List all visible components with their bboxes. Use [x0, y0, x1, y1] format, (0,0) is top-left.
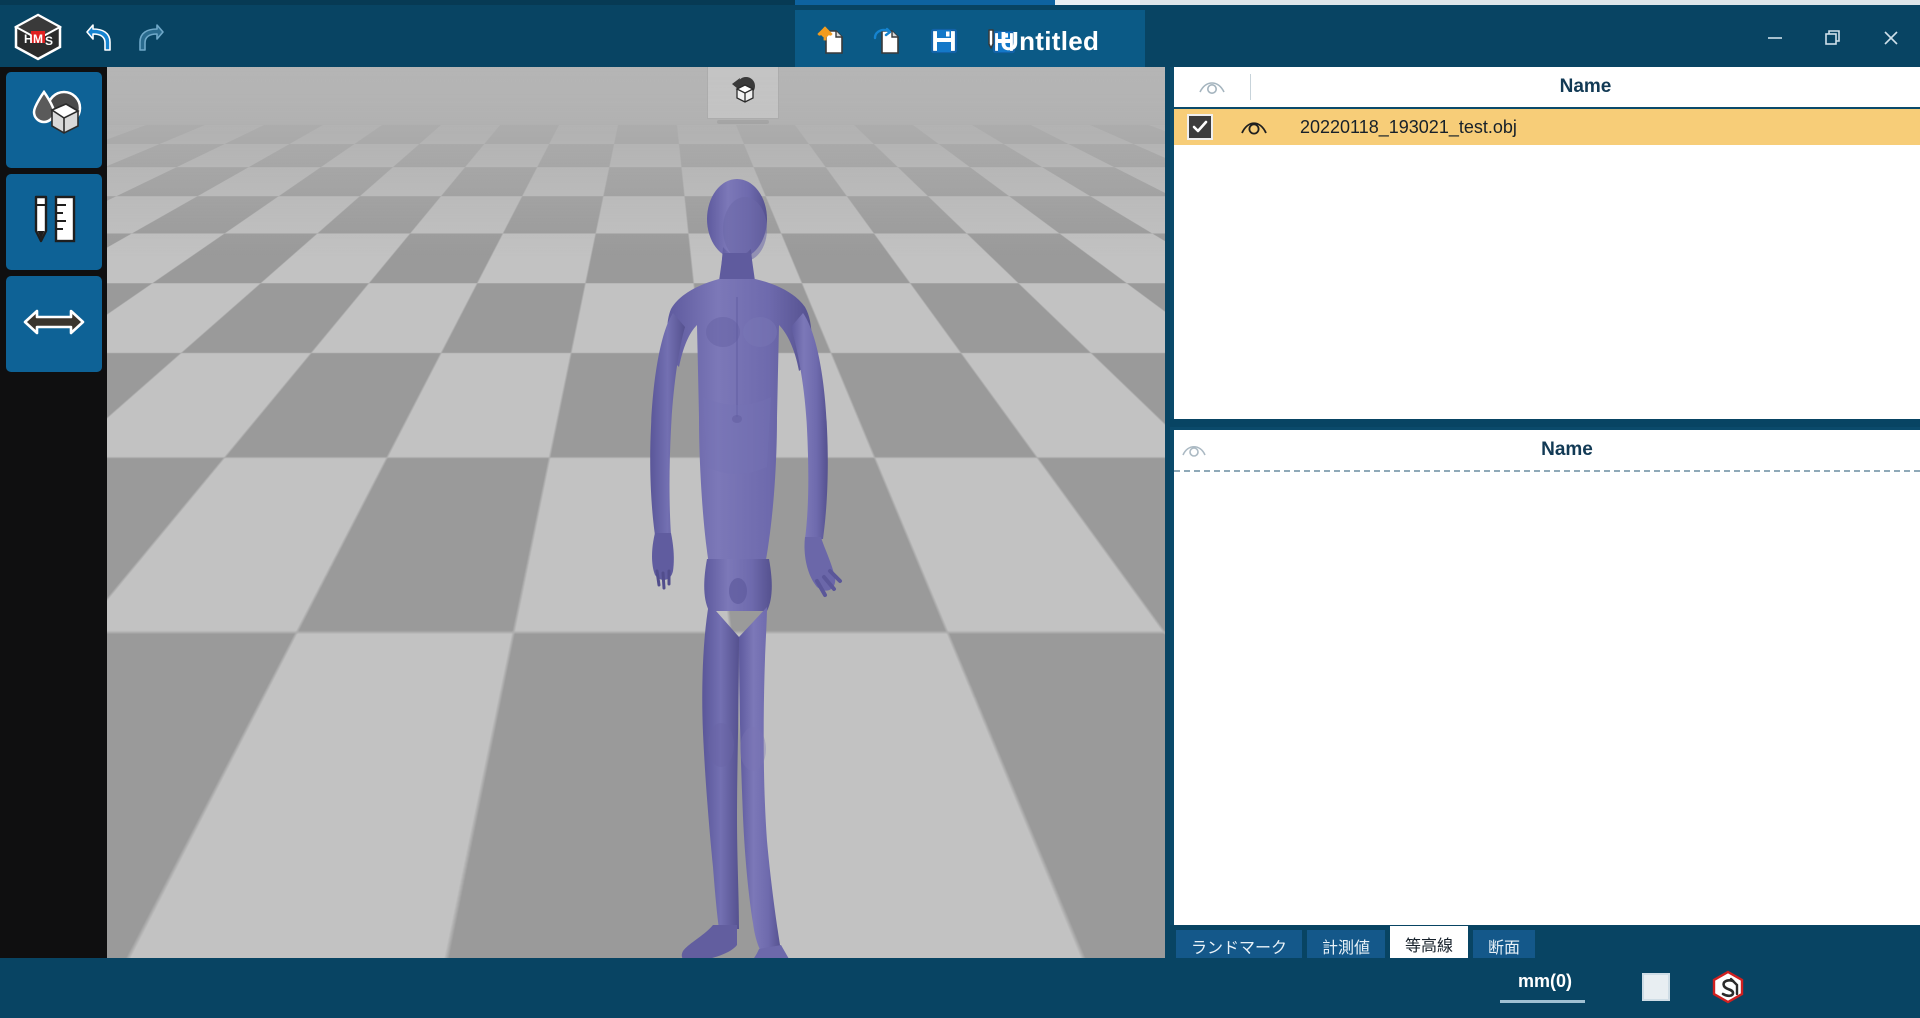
open-document-icon[interactable] [871, 24, 905, 58]
svg-text:H: H [24, 32, 33, 46]
tab-measurement[interactable]: 計測値 [1307, 930, 1386, 961]
status-bar: mm(0) [0, 958, 1920, 1018]
tab-contour[interactable]: 等高線 [1390, 926, 1469, 961]
row-visibility-eye-icon[interactable] [1226, 118, 1282, 137]
visibility-column-icon [1174, 442, 1214, 459]
model-list-panel: Name 20220118_193021_test.obj [1170, 67, 1920, 419]
rotate-cube-icon [727, 75, 759, 110]
column-header-name: Name [1541, 439, 1593, 460]
window-controls [1746, 10, 1920, 66]
row-name-label: 20220118_193021_test.obj [1300, 116, 1517, 137]
viewport-toolbar-grip [717, 120, 769, 124]
unit-underline [1500, 1000, 1585, 1003]
navcube-right-label: R [1081, 861, 1094, 881]
sidebar-item-measure-tool[interactable] [6, 174, 102, 270]
square-icon[interactable] [1642, 973, 1670, 1001]
item-list-panel: Name [1170, 427, 1920, 931]
bottom-tabstrip: ランドマーク 計測値 等高線 断面 [1170, 925, 1920, 961]
table-row[interactable]: 20220118_193021_test.obj [1174, 109, 1920, 145]
navcube-front-label: F [1042, 867, 1055, 892]
svg-text:S: S [45, 34, 53, 48]
visibility-column-icon [1174, 78, 1250, 96]
double-arrow-icon [23, 305, 85, 344]
navcube-top-label: G [1059, 838, 1071, 855]
viewport-orbit-toolbar[interactable] [707, 67, 779, 119]
tab-landmark[interactable]: ランドマーク [1176, 930, 1303, 961]
item-list-header: Name [1174, 430, 1920, 472]
pencil-ruler-icon [24, 191, 84, 254]
navigation-cube[interactable]: G F R [1007, 815, 1127, 930]
sidebar-item-distance-tool[interactable] [6, 276, 102, 372]
human-body-mesh[interactable] [627, 167, 887, 958]
unit-label: mm(0) [1517, 971, 1572, 991]
page-title: Untitled [1000, 25, 1100, 56]
sidebar-item-model-tool[interactable] [6, 72, 102, 168]
tab-section[interactable]: 断面 [1473, 930, 1536, 961]
redo-arrow-icon[interactable] [130, 19, 172, 57]
svg-text:M: M [33, 32, 43, 46]
hms-cube-logo-icon[interactable]: H M S [12, 12, 64, 62]
restore-icon[interactable] [1804, 10, 1862, 66]
hexagon-sv-icon[interactable] [1711, 970, 1745, 1004]
checkbox-checked-icon [1187, 114, 1213, 140]
floppy-disk-icon[interactable] [927, 24, 961, 58]
undo-arrow-icon[interactable] [78, 19, 120, 57]
column-header-name: Name [1559, 76, 1612, 97]
new-document-icon[interactable] [815, 24, 849, 58]
title-bar: H M S Untitled [0, 5, 1920, 72]
close-icon[interactable] [1862, 10, 1920, 66]
3d-viewport[interactable]: G F R [107, 67, 1165, 958]
drop-sphere-cube-icon [22, 88, 86, 153]
row-checkbox[interactable] [1174, 114, 1226, 140]
minimize-icon[interactable] [1746, 10, 1804, 66]
model-list-header: Name [1174, 67, 1920, 109]
application-window: H M S Untitled G F R Name 20220118_19302… [0, 0, 1920, 1018]
left-tool-rail [0, 67, 107, 958]
